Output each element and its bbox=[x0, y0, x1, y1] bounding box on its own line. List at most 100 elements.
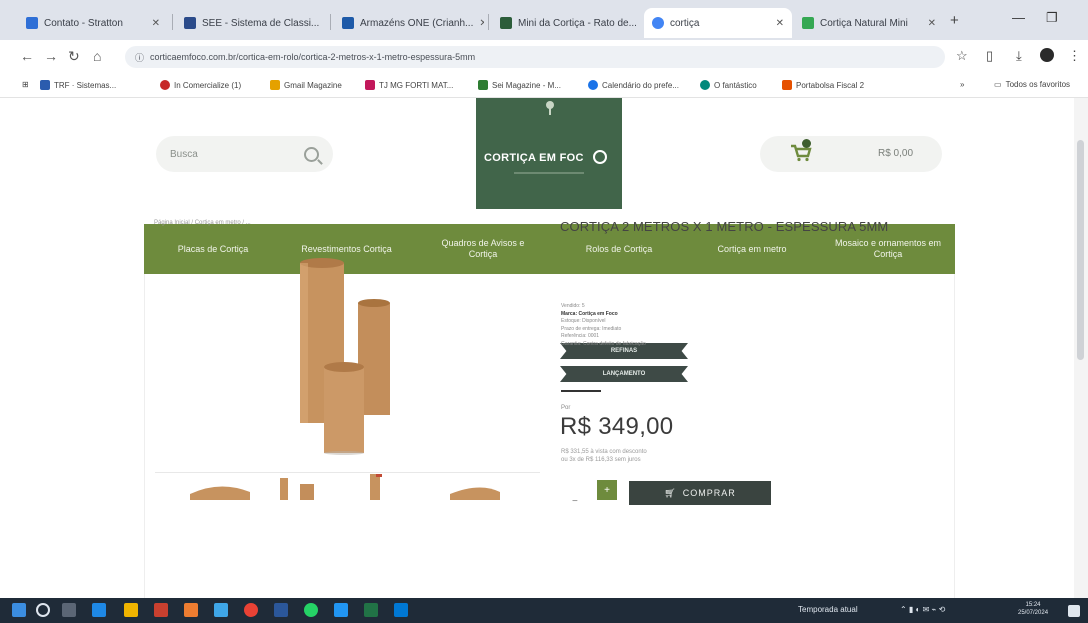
product-image-cork-rolls[interactable] bbox=[290, 255, 400, 455]
browser-tab[interactable]: Cortiça Natural Mini ✕ bbox=[794, 8, 944, 38]
clock-date: 25/07/2024 bbox=[1018, 610, 1049, 616]
forward-arrow-icon[interactable]: → bbox=[44, 48, 58, 64]
bookmark-item[interactable]: Calendário do prefe... bbox=[588, 80, 679, 90]
ribbon-label: REFINAS bbox=[610, 348, 638, 354]
app-icon[interactable] bbox=[184, 603, 198, 617]
sidebar-icon[interactable]: ▯ bbox=[986, 48, 993, 64]
buy-button[interactable]: 🛒︎ COMPRAR bbox=[629, 481, 771, 505]
app-icon[interactable] bbox=[154, 603, 168, 617]
menu-label: Placas de Cortiça bbox=[177, 243, 249, 254]
tab-close-icon[interactable]: ✕ bbox=[770, 18, 784, 29]
apps-grid-icon[interactable]: ⊞ bbox=[22, 80, 29, 89]
site-search-input[interactable]: Busca bbox=[156, 136, 333, 172]
all-bookmarks-label: Todos os favoritos bbox=[1005, 80, 1071, 89]
start-icon[interactable] bbox=[12, 603, 26, 617]
taskbar-clock[interactable]: 15:24 25/07/2024 bbox=[1018, 601, 1048, 617]
tab-favicon-icon bbox=[802, 17, 814, 29]
app-icon[interactable] bbox=[334, 603, 348, 617]
menu-item-placas[interactable]: Placas de Cortiça bbox=[158, 224, 268, 274]
back-arrow-icon[interactable]: ← bbox=[20, 48, 34, 64]
browser-tab-active[interactable]: cortiça ✕ bbox=[644, 8, 792, 38]
bookmark-label: O fantástico bbox=[714, 80, 757, 90]
tab-close-icon[interactable]: ✕ bbox=[319, 18, 326, 29]
minimize-button[interactable]: — bbox=[1012, 10, 1025, 25]
whatsapp-icon[interactable] bbox=[304, 603, 318, 617]
word-icon[interactable] bbox=[274, 603, 288, 617]
bookmark-item[interactable]: Gmail Magazine bbox=[270, 80, 342, 90]
meta-line: Vendido: 5 bbox=[561, 303, 585, 309]
browser-tab[interactable]: Contato - Stratton ✕ bbox=[18, 8, 168, 38]
bookmark-star-icon[interactable]: ☆ bbox=[956, 48, 968, 64]
bookmarks-overflow-icon[interactable]: » bbox=[960, 80, 964, 89]
browser-tab[interactable]: SEE - Sistema de Classi... ✕ bbox=[176, 8, 326, 38]
tab-close-icon[interactable]: ✕ bbox=[473, 18, 484, 29]
file-explorer-icon[interactable] bbox=[124, 603, 138, 617]
new-tab-button[interactable]: + bbox=[950, 12, 959, 29]
tab-separator bbox=[330, 14, 331, 30]
bookmark-item[interactable]: In Comercialize (1) bbox=[160, 80, 241, 90]
meta-line: Prazo de entrega: Imediato bbox=[561, 325, 622, 332]
browser-tab[interactable]: Armazéns ONE (Crianh... ✕ bbox=[334, 8, 484, 38]
profile-avatar[interactable] bbox=[1040, 48, 1054, 62]
chrome-icon[interactable] bbox=[244, 603, 258, 617]
launch-badge: LANÇAMENTO bbox=[560, 366, 688, 382]
bookmark-item[interactable]: Sei Magazine - M... bbox=[478, 80, 561, 90]
cart-count-badge bbox=[802, 139, 811, 148]
tab-label: SEE - Sistema de Classi... bbox=[202, 17, 320, 29]
bookmark-item[interactable]: TRF · Sistemas... bbox=[40, 80, 116, 90]
tab-close-icon[interactable]: ✕ bbox=[637, 18, 642, 29]
app-icon[interactable] bbox=[214, 603, 228, 617]
bookmark-item[interactable]: Portabolsa Fiscal 2 bbox=[782, 80, 864, 90]
weather-widget[interactable]: Temporada atual bbox=[798, 605, 858, 614]
tab-label: cortiça bbox=[670, 17, 700, 29]
menu-label: Quadros de Avisos e Cortiça bbox=[441, 238, 525, 259]
maximize-button[interactable]: ❐ bbox=[1046, 10, 1058, 26]
search-icon[interactable] bbox=[36, 603, 50, 617]
bookmark-label: TRF · Sistemas... bbox=[54, 80, 117, 90]
bookmark-item[interactable]: O fantástico bbox=[700, 80, 757, 90]
system-tray-icons[interactable]: ⌃ ▮ ◐ ✉ ⌁ ⟲ bbox=[900, 605, 945, 614]
product-panel bbox=[144, 274, 955, 598]
excel-icon[interactable] bbox=[364, 603, 378, 617]
tab-separator bbox=[488, 14, 489, 30]
cart-widget[interactable] bbox=[760, 136, 942, 172]
product-thumbnails[interactable] bbox=[150, 470, 540, 500]
cart-icon: 🛒︎ bbox=[664, 487, 677, 498]
bookmark-item[interactable]: TJ MG FORTI MAT... bbox=[365, 80, 453, 90]
breadcrumb-text[interactable]: Página Inicial / Cortiça em metro / ... bbox=[154, 220, 251, 226]
tab-label: Armazéns ONE (Crianh... bbox=[360, 17, 474, 29]
reload-icon[interactable]: ↻ bbox=[68, 48, 80, 65]
logo-text: CORTIÇA EM FOC bbox=[484, 152, 584, 164]
app-icon[interactable] bbox=[394, 603, 408, 617]
scrollbar-thumb[interactable] bbox=[1077, 140, 1084, 360]
address-url[interactable]: corticaemfoco.com.br/cortica-em-rolo/cor… bbox=[150, 52, 475, 62]
menu-kebab-icon[interactable]: ⋮ bbox=[1068, 48, 1081, 64]
menu-label: Mosaico e ornamentos em Cortiça bbox=[834, 238, 942, 259]
home-icon[interactable]: ⌂ bbox=[93, 48, 101, 64]
browser-tab[interactable]: Mini da Cortiça - Rato de... ✕ bbox=[492, 8, 642, 38]
menu-item-quadros[interactable]: Quadros de Avisos e Cortiça bbox=[428, 224, 538, 274]
tab-label: Contato - Stratton bbox=[44, 17, 123, 29]
quantity-decrease-button[interactable]: − bbox=[572, 496, 578, 507]
search-icon[interactable] bbox=[304, 146, 319, 162]
tab-favicon-icon bbox=[342, 17, 354, 29]
product-price: R$ 349,00 bbox=[560, 413, 674, 440]
bookmark-favicon-icon bbox=[270, 80, 280, 90]
installment-line: R$ 331,55 à vista com desconto bbox=[561, 449, 647, 455]
meta-line-brand[interactable]: Marca: Cortiça em Foco bbox=[561, 311, 646, 319]
breadcrumb[interactable]: Página Inicial / Cortiça em metro / ... bbox=[154, 220, 251, 226]
site-logo[interactable]: CORTIÇA EM FOC bbox=[476, 98, 622, 209]
notifications-icon[interactable] bbox=[1068, 605, 1080, 617]
tab-close-icon[interactable]: ✕ bbox=[922, 18, 936, 29]
edge-icon[interactable] bbox=[92, 603, 106, 617]
meta-brand[interactable]: Marca: Cortiça em Foco bbox=[561, 311, 618, 317]
site-info-icon[interactable]: ⓘ bbox=[135, 51, 144, 64]
all-bookmarks[interactable]: ▭ Todos os favoritos bbox=[994, 80, 1070, 89]
tab-close-icon[interactable]: ✕ bbox=[146, 18, 160, 29]
quantity-increase-button[interactable]: + bbox=[597, 480, 617, 500]
download-icon[interactable]: ⤓ bbox=[1016, 48, 1022, 64]
address-bar[interactable]: ⓘ corticaemfoco.com.br/cortica-em-rolo/c… bbox=[125, 46, 945, 68]
task-view-icon[interactable] bbox=[62, 603, 76, 617]
bookmark-favicon-icon bbox=[700, 80, 710, 90]
buy-button-label: COMPRAR bbox=[682, 488, 736, 498]
